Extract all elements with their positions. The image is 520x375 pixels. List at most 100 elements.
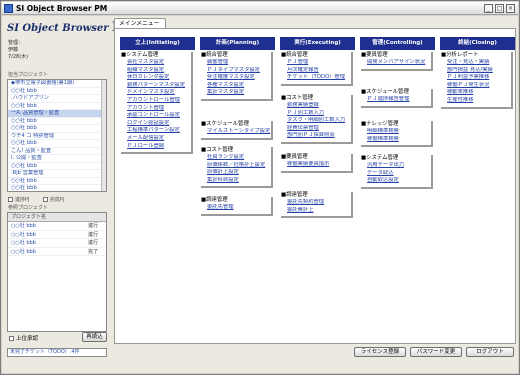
menu-link[interactable]: 勤務パターンマスタ設定 [121, 82, 191, 90]
menu-group: ■調達管理 委託先契約管理 委託費計上 [281, 192, 353, 219]
menu-link[interactable]: 工程標準パターン設定 [121, 127, 191, 135]
menu-link[interactable]: 委託費計上 [281, 207, 351, 215]
menu-link[interactable]: 月次確定報告 [281, 67, 351, 75]
minimize-icon[interactable]: _ [484, 4, 493, 13]
menu-group-heading: ■スケジュール管理 [201, 121, 249, 127]
password-change-button[interactable]: パスワード変更 [410, 347, 462, 357]
menu-link[interactable]: ＰＪ別工数入力 [281, 110, 351, 118]
menu-link[interactable]: 委託先管理 [201, 204, 271, 212]
menu-link[interactable]: 集計科目設定 [201, 177, 271, 185]
menu-group: ■コスト管理 勤務実績登録 ＰＪ別工数入力 タスク・明細別工数入力 経費伝票管理 部門別Ｐ… [281, 95, 353, 144]
menu-link[interactable]: ＰＪロール登録 [121, 143, 191, 151]
user-name: 伊藤 [8, 47, 19, 53]
menu-link[interactable]: ＰＪ進捗報告管理 [361, 96, 431, 104]
menu-link[interactable]: マイルストーンタイプ設定 [201, 128, 271, 136]
menu-link[interactable]: 稼働標準検索 [361, 136, 431, 144]
sub-project-list[interactable]: プロジェクト名 ○○社 bbb 進行 ○○社 bbb 進行 ○○社 bbb 進行 ○○社 b… [7, 212, 107, 332]
project-list-item[interactable]: ウチ4 コ 特許管理 [8, 133, 106, 140]
menu-link[interactable]: 休日カレンダ設定 [121, 74, 191, 82]
menu-link[interactable]: 経費伝票管理 [281, 125, 351, 133]
sub-project-item[interactable]: ○○社 bbb 進行 [8, 239, 106, 248]
menu-link[interactable]: ＰＪ管理 [281, 59, 351, 67]
menu-group: ■統合管理 ＰＪ管理 月次確定報告 チケット（TODO）管理 [281, 52, 353, 86]
menu-link[interactable]: 受注確度マスタ設定 [201, 74, 271, 82]
menu-link[interactable]: 部門損益 見込/実績 [441, 67, 511, 75]
sub-project-name: ○○社 bbb [11, 223, 36, 229]
menu-group-heading: ■分析レポート [441, 52, 479, 58]
maximize-icon[interactable]: □ [495, 4, 504, 13]
menu-link[interactable]: データ取込 [361, 170, 431, 178]
menu-link[interactable]: アカウントロール管理 [121, 97, 191, 105]
project-list-item[interactable]: I. 公開・監査 [8, 155, 106, 163]
menu-group-heading: ■要員管理 [361, 52, 388, 58]
menu-link[interactable]: 社員ランク設定 [201, 154, 271, 162]
menu-link[interactable]: 原価係数／社格計上設定 [201, 162, 271, 170]
menu-link[interactable]: 部門別ＰＪ採算照会 [281, 132, 351, 140]
menu-group: ■調達管理 委託先管理 [201, 197, 273, 216]
project-list-item[interactable]: ○○社 bbb [8, 118, 106, 125]
menu-link[interactable]: 稼働実績要員指示 [281, 161, 351, 169]
client-area: SI Object Browser PM 管理： 伊藤 7/28(木) 担当プロ… [2, 16, 518, 373]
menu-link[interactable]: 受注・見込・実績 [441, 59, 511, 67]
menu-link[interactable]: 生産性推移 [441, 97, 511, 105]
sub-project-name: ○○社 bbb [11, 231, 36, 238]
menu-link[interactable]: アカウント管理 [121, 105, 191, 113]
project-list-item[interactable]: ○○社 bbb [8, 125, 106, 133]
project-list-item[interactable]: ○○社 bbb [8, 178, 106, 185]
menu-link[interactable]: ログイン認証設定 [121, 120, 191, 128]
project-list-item[interactable]: ○○社 bbb [8, 163, 106, 170]
project-list-scrollbar[interactable] [101, 80, 106, 191]
project-list-item[interactable]: ○○社 bbb [8, 140, 106, 148]
menu-link[interactable]: ＰＪ利益予実推移 [441, 74, 511, 82]
todo-status[interactable]: 未完了チケット（TODO）:4件 [7, 348, 107, 357]
menu-link[interactable]: 稼働ＰＪ発生状況 [441, 82, 511, 90]
menu-link[interactable]: チケット（TODO）管理 [281, 74, 351, 82]
menu-group-heading: ■統合管理 [281, 52, 308, 58]
menu-link[interactable]: 集計マスタ設定 [201, 89, 271, 97]
menu-group: ■分析レポート 受注・見込・実績 部門損益 見込/実績 ＰＪ利益予実推移 稼働ＰＪ発生状… [441, 52, 513, 109]
filter-done-label: 完成PJ [49, 197, 65, 203]
menu-group-heading: ■コスト管理 [201, 147, 234, 153]
sub-project-item[interactable]: ○○社 bbb 完了 [8, 248, 106, 256]
filter-active-label: 進捗PJ [15, 197, 30, 203]
menu-link[interactable]: 組織マスタ設定 [121, 67, 191, 75]
filter-done-checkbox[interactable] [42, 197, 48, 202]
project-list-item[interactable]: ○○社 bbb [8, 88, 106, 95]
project-list-item[interactable]: ○○社 bbb [8, 103, 106, 110]
menu-link[interactable]: 会社マスタ設定 [121, 59, 191, 67]
menu-link[interactable]: 開発メンバアサイン状況 [361, 59, 431, 67]
menu-link[interactable]: 自動取込設定 [361, 177, 431, 185]
filter-active-checkbox[interactable] [8, 197, 13, 202]
menu-link[interactable]: 委託先契約管理 [281, 199, 351, 207]
close-icon[interactable]: × [506, 4, 515, 13]
sub-project-item[interactable]: ○○社 bbb 進行 [8, 231, 106, 239]
reload-button[interactable]: 再読込 [82, 332, 107, 342]
menu-link[interactable]: 勤務実績登録 [281, 102, 351, 110]
license-button[interactable]: ライセンス登録 [354, 347, 406, 357]
menu-group: ■システム管理 会社マスタ設定 組織マスタ設定 休日カレンダ設定 勤務パターンマスタ設定… [121, 52, 193, 155]
application-window: SI Object Browser PM _ □ × SI Object Bro… [0, 0, 520, 375]
menu-link[interactable]: 各種マスタ設定 [201, 82, 271, 90]
menu-link[interactable]: 原価計上設定 [201, 169, 271, 177]
project-list[interactable]: ◆堺市立電子図書館(第1期) ○○社 bbb .ハウドアプリン ○○社 bbb 一A. … [7, 79, 107, 192]
project-list-item[interactable]: .ハウドアプリン [8, 95, 106, 103]
menu-link[interactable]: メール配信設定 [121, 135, 191, 143]
menu-link[interactable]: 承認コントロール設定 [121, 112, 191, 120]
project-list-item[interactable]: ○○社 bbb [8, 185, 106, 191]
menu-link[interactable]: タスク・明細別工数入力 [281, 117, 351, 125]
project-list-item[interactable]: 一A. 品質管理・監査 [8, 110, 106, 118]
menu-link[interactable]: ＰＪタイプマスタ設定 [201, 67, 271, 75]
menu-link[interactable]: ドメインマスタ設定 [121, 89, 191, 97]
menu-link[interactable]: 明細標準検索 [361, 128, 431, 136]
approve-checkbox[interactable] [9, 336, 14, 341]
logout-button[interactable]: ログアウト [466, 347, 514, 357]
project-list-item[interactable]: -Bjb 営業管理 [8, 170, 106, 178]
project-list-item[interactable]: こん! 品質・監査 [8, 148, 106, 155]
menu-link[interactable]: 稼動率推移 [441, 89, 511, 97]
sub-project-item[interactable]: ○○社 bbb 進行 [8, 222, 106, 231]
sub-project-status: 進行 [87, 240, 98, 246]
menu-link[interactable]: 顧客管理 [201, 59, 271, 67]
menu-group: ■要員管理 稼働実績要員指示 [281, 154, 353, 173]
project-list-item[interactable]: ◆堺市立電子図書館(第1期) [8, 80, 106, 88]
menu-link[interactable]: 汎用データ出力 [361, 162, 431, 170]
